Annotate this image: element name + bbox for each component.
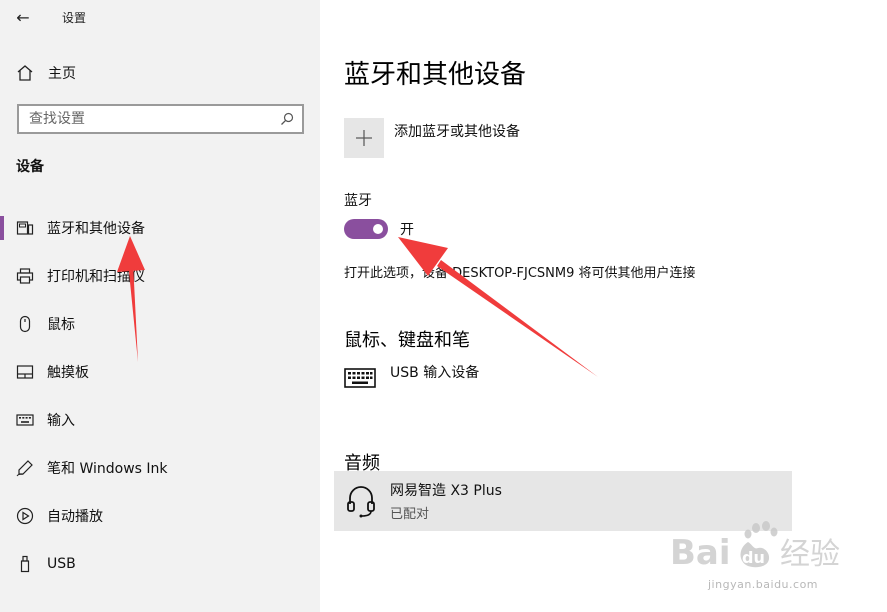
mouse-icon: [19, 315, 31, 333]
autoplay-icon: [16, 507, 34, 525]
section-heading-devices: 设备: [16, 159, 44, 175]
title-bar: ← 设置: [0, 0, 320, 34]
sidebar-item-label: 输入: [47, 413, 75, 429]
search-input[interactable]: [29, 111, 280, 127]
sidebar-item-bluetooth[interactable]: 蓝牙和其他设备: [0, 204, 320, 252]
add-device-tile[interactable]: [344, 118, 384, 158]
sidebar-item-typing[interactable]: 输入: [0, 396, 320, 444]
sidebar-item-printers[interactable]: 打印机和扫描仪: [0, 252, 320, 300]
sidebar: ← 设置 主页 设备 蓝牙和其: [0, 0, 320, 612]
sidebar-item-pen[interactable]: 笔和 Windows Ink: [0, 444, 320, 492]
sidebar-item-usb[interactable]: USB: [0, 540, 320, 588]
sidebar-item-autoplay[interactable]: 自动播放: [0, 492, 320, 540]
sidebar-item-label: 自动播放: [47, 509, 103, 525]
keyboard-icon: [16, 414, 34, 426]
back-arrow-icon: ←: [16, 7, 30, 27]
audio-device-status: 已配对: [390, 507, 430, 522]
home-label: 主页: [48, 66, 76, 82]
audio-device-item[interactable]: 网易智造 X3 Plus 已配对: [334, 471, 792, 531]
bluetooth-toggle[interactable]: [344, 219, 388, 239]
add-device-label: 添加蓝牙或其他设备: [394, 124, 520, 140]
usb-icon: [20, 555, 30, 573]
sidebar-item-mouse[interactable]: 鼠标: [0, 300, 320, 348]
input-devices-heading: 鼠标、键盘和笔: [344, 330, 470, 351]
keyboard-icon: [344, 368, 376, 388]
sidebar-item-label: 蓝牙和其他设备: [47, 221, 145, 237]
add-device-button[interactable]: 添加蓝牙或其他设备: [344, 118, 520, 158]
plus-icon: [356, 130, 372, 146]
sidebar-item-touchpad[interactable]: 触摸板: [0, 348, 320, 396]
sidebar-item-label: 触摸板: [47, 365, 89, 381]
toggle-knob: [373, 224, 383, 234]
home-icon: [17, 65, 33, 81]
home-nav-item[interactable]: 主页: [0, 58, 320, 88]
printer-icon: [16, 268, 34, 284]
input-device-name: USB 输入设备: [390, 365, 480, 381]
sidebar-item-label: 鼠标: [47, 317, 75, 333]
pen-icon: [16, 460, 33, 477]
bluetooth-label: 蓝牙: [344, 193, 372, 209]
sidebar-item-label: 打印机和扫描仪: [47, 269, 145, 285]
settings-window: ← 设置 主页 设备 蓝牙和其: [0, 0, 887, 612]
bluetooth-toggle-state: 开: [400, 222, 414, 238]
audio-device-name: 网易智造 X3 Plus: [390, 483, 502, 499]
search-icon[interactable]: [280, 112, 294, 126]
audio-device-texts: 网易智造 X3 Plus 已配对: [390, 480, 502, 522]
search-box[interactable]: [17, 104, 304, 134]
page-title: 蓝牙和其他设备: [344, 60, 527, 90]
touchpad-icon: [16, 365, 34, 379]
bluetooth-toggle-row: 开: [344, 219, 414, 239]
back-button[interactable]: ←: [0, 0, 46, 34]
main-content: 蓝牙和其他设备 添加蓝牙或其他设备 蓝牙 开 打开此选项，设备 DESKTOP-…: [320, 0, 887, 612]
headset-icon: [347, 486, 375, 518]
nav-list: 蓝牙和其他设备 打印机和扫描仪 鼠标 触摸板 输入 笔和 Windows Ink…: [0, 204, 320, 588]
input-device-item[interactable]: USB 输入设备: [344, 362, 764, 402]
discoverable-text: 打开此选项，设备 DESKTOP-FJCSNM9 将可供其他用户连接: [344, 266, 696, 281]
app-title: 设置: [62, 10, 87, 25]
sidebar-item-label: USB: [47, 556, 76, 572]
sidebar-item-label: 笔和 Windows Ink: [47, 461, 168, 477]
bluetooth-devices-icon: [16, 221, 34, 235]
